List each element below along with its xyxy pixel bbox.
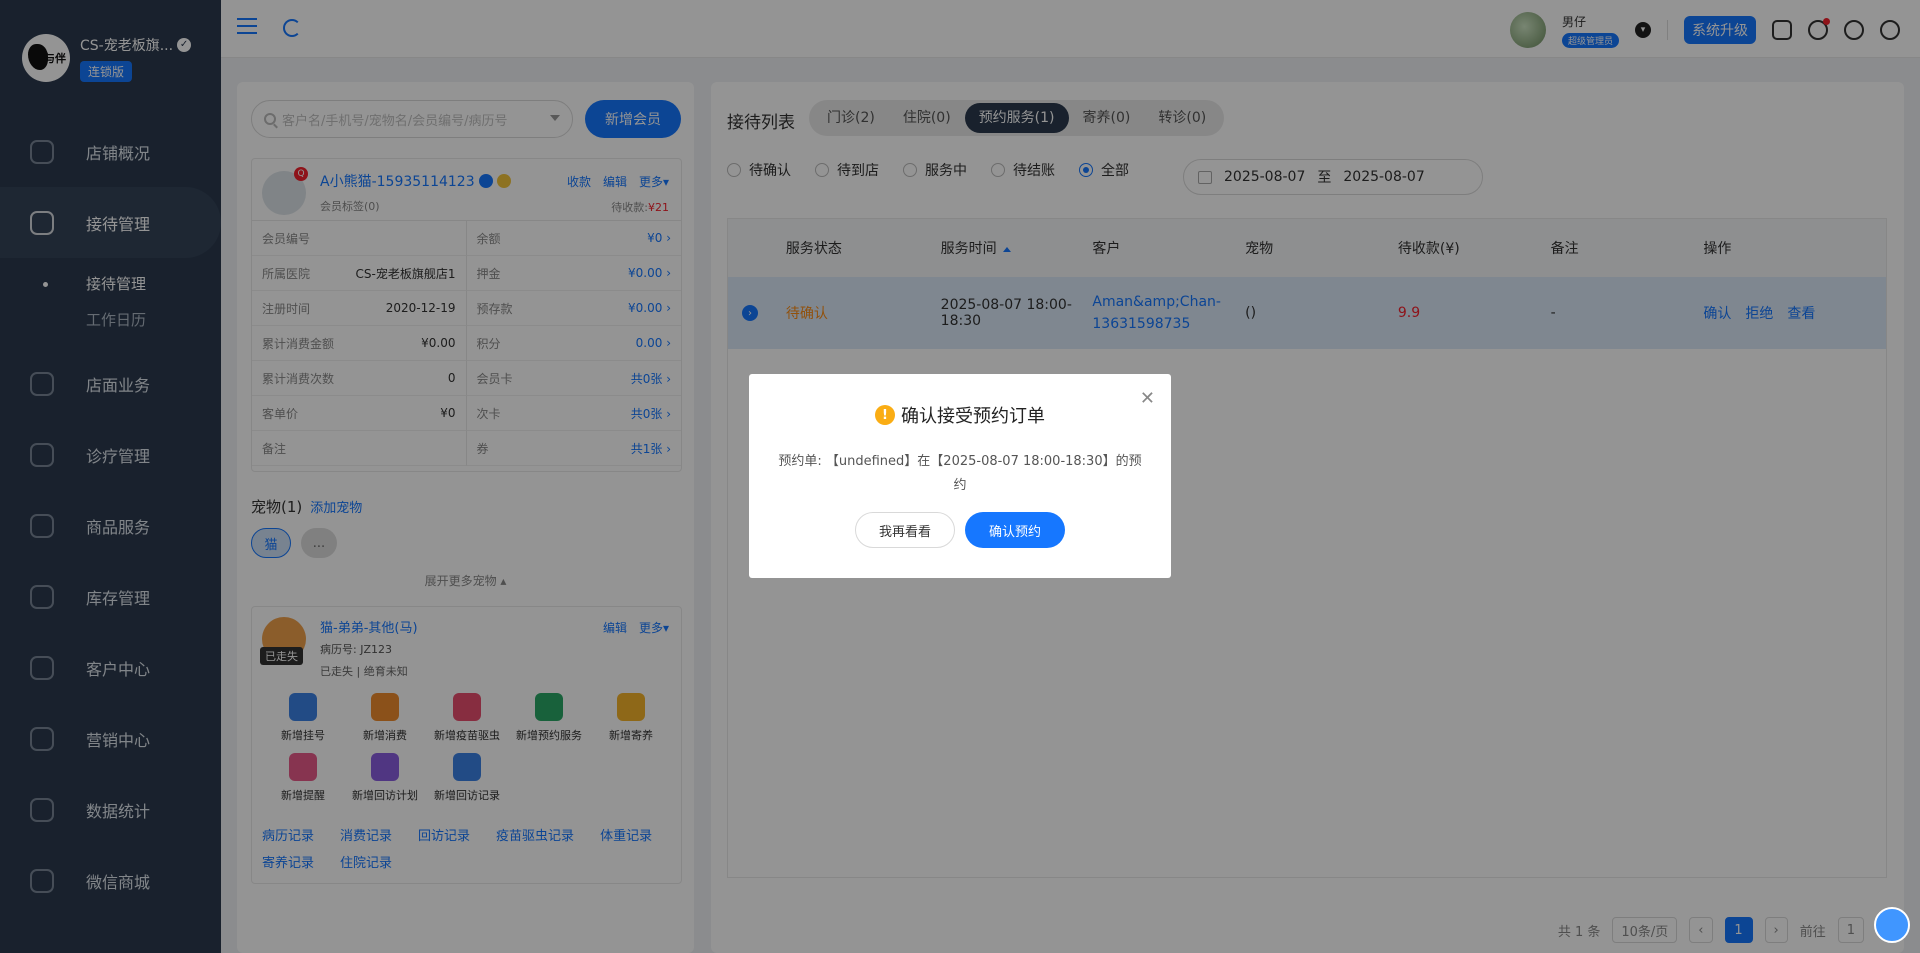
chat-icon[interactable] xyxy=(1874,907,1910,943)
confirm-button[interactable]: 确认预约 xyxy=(965,512,1065,548)
cancel-button[interactable]: 我再看看 xyxy=(855,512,955,548)
dialog-message: 预约单: 【undefined】在【2025-08-07 18:00-18:30… xyxy=(778,454,1142,493)
warning-icon: ! xyxy=(875,405,895,425)
confirm-appointment-dialog: ✕ ! 确认接受预约订单 预约单: 【undefined】在【2025-08-0… xyxy=(749,374,1171,578)
dialog-title: 确认接受预约订单 xyxy=(901,406,1045,427)
